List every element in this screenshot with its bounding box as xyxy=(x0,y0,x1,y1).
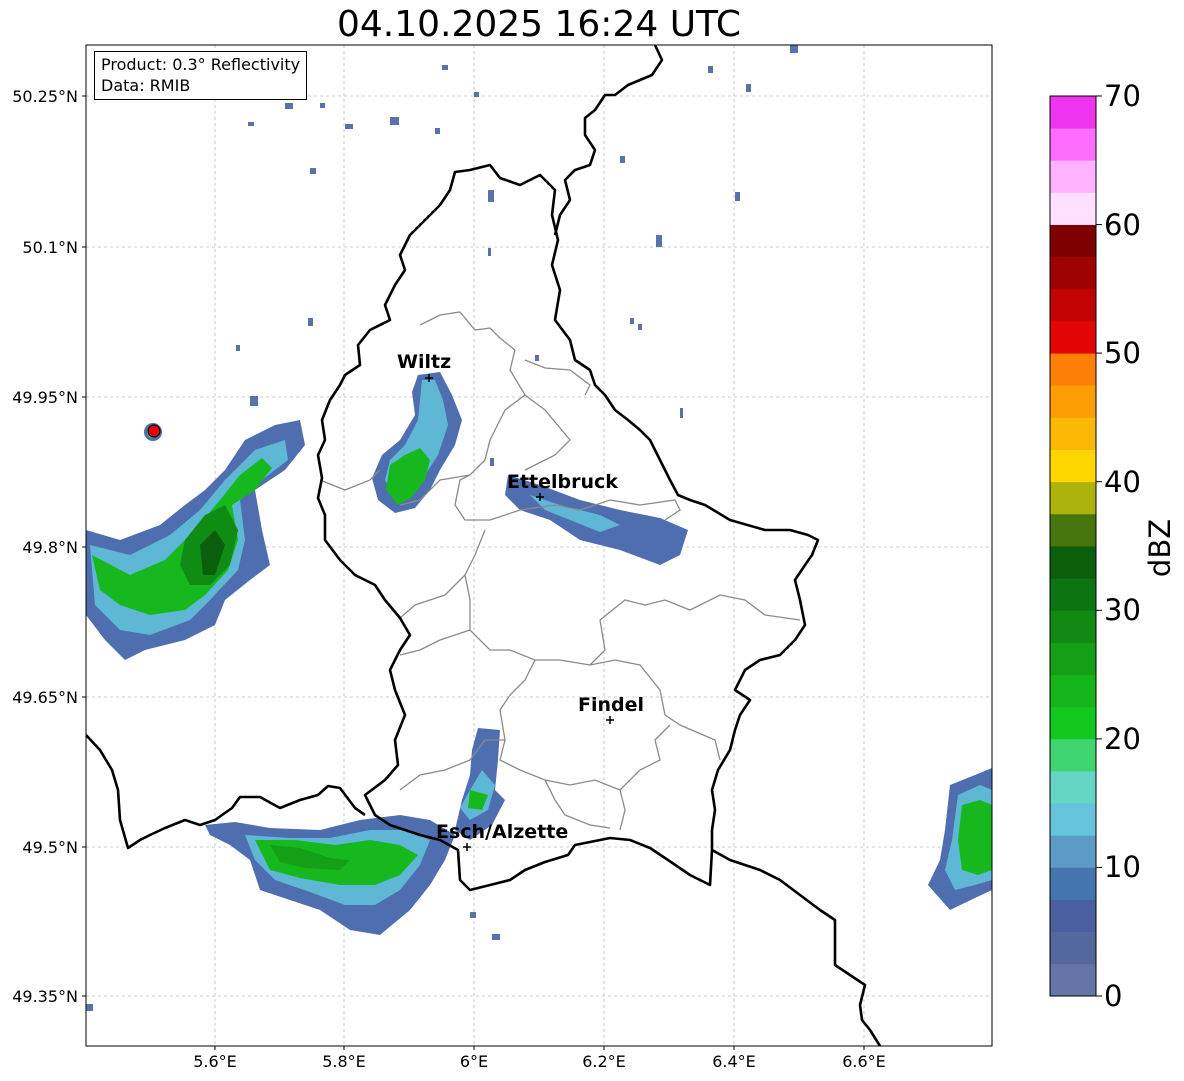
lon-tick-label: 5.6°E xyxy=(193,1052,237,1071)
lon-tick-label: 6.2°E xyxy=(582,1052,626,1071)
colorbar-band xyxy=(1050,738,1096,772)
lat-tick-label: 50.25°N xyxy=(12,87,78,106)
colorbar-band xyxy=(1050,899,1096,933)
colorbar-tick-label: 10 xyxy=(1104,850,1141,884)
colorbar-band xyxy=(1050,771,1096,804)
colorbar-band xyxy=(1050,706,1096,740)
colorbar-band xyxy=(1050,803,1096,836)
colorbar-band xyxy=(1050,96,1096,129)
colorbar-ticks xyxy=(1096,95,1102,997)
lat-tick-label: 50.1°N xyxy=(22,238,78,257)
colorbar-tick-label: 30 xyxy=(1104,593,1141,627)
colorbar-tick-labels: 0 10 20 30 40 50 60 70 xyxy=(1104,79,1141,1013)
colorbar-band xyxy=(1050,160,1096,193)
radar-site-marker xyxy=(147,424,161,438)
lat-tick-label: 49.95°N xyxy=(12,388,78,407)
colorbar-band xyxy=(1050,931,1096,965)
colorbar-label: dBZ xyxy=(1143,519,1177,577)
lon-tick-labels: 5.6°E 5.8°E 6°E 6.2°E 6.4°E 6.6°E xyxy=(193,1052,886,1071)
colorbar-band xyxy=(1050,449,1096,483)
france-germany-border xyxy=(711,848,882,1046)
colorbar-band xyxy=(1050,513,1096,547)
radar-map: 5.6°E 5.8°E 6°E 6.2°E 6.4°E 6.6°E 50.25°… xyxy=(12,44,1177,1071)
lon-tick-label: 6.6°E xyxy=(842,1052,886,1071)
colorbar-band xyxy=(1050,288,1096,322)
colorbar-tick-label: 60 xyxy=(1104,208,1141,242)
colorbar-tick-label: 50 xyxy=(1104,336,1141,370)
colorbar-band xyxy=(1050,417,1096,450)
lon-tick-label: 5.8°E xyxy=(322,1052,366,1071)
reflectivity-echoes xyxy=(86,45,992,1011)
colorbar-band xyxy=(1050,256,1096,290)
lat-tick-label: 49.65°N xyxy=(12,688,78,707)
colorbar xyxy=(1050,96,1096,997)
colorbar-band xyxy=(1050,674,1096,708)
colorbar-band xyxy=(1050,128,1096,161)
product-label: Product: 0.3° Reflectivity xyxy=(101,55,301,74)
colorbar-band xyxy=(1050,867,1096,900)
germany-belgium-border xyxy=(553,45,664,236)
colorbar-band xyxy=(1050,481,1096,515)
echo-east-green xyxy=(958,800,992,875)
colorbar-band xyxy=(1050,546,1096,579)
city-label-findel: Findel xyxy=(578,694,644,716)
lon-tick-label: 6°E xyxy=(460,1052,488,1071)
lat-tick-label: 49.5°N xyxy=(22,838,78,857)
lat-tick-label: 49.8°N xyxy=(22,538,78,557)
city-label-wiltz: Wiltz xyxy=(397,351,451,373)
colorbar-band xyxy=(1050,610,1096,643)
colorbar-band xyxy=(1050,224,1096,258)
product-info-box: Product: 0.3° Reflectivity Data: RMIB xyxy=(94,51,308,100)
colorbar-band xyxy=(1050,642,1096,675)
colorbar-band xyxy=(1050,353,1096,386)
colorbar-tick-label: 0 xyxy=(1104,979,1122,1013)
colorbar-band xyxy=(1050,385,1096,418)
colorbar-band xyxy=(1050,578,1096,611)
colorbar-band xyxy=(1050,835,1096,868)
colorbar-tick-label: 40 xyxy=(1104,465,1141,499)
colorbar-band xyxy=(1050,192,1096,225)
lat-tick-label: 49.35°N xyxy=(12,987,78,1006)
lon-tick-label: 6.4°E xyxy=(712,1052,756,1071)
colorbar-band xyxy=(1050,963,1096,997)
colorbar-tick-label: 70 xyxy=(1104,79,1141,113)
lat-tick-labels: 50.25°N 50.1°N 49.95°N 49.8°N 49.65°N 49… xyxy=(12,87,78,1006)
city-label-ettelbruck: Ettelbruck xyxy=(507,471,618,493)
data-source-label: Data: RMIB xyxy=(101,76,191,95)
colorbar-tick-label: 20 xyxy=(1104,722,1141,756)
colorbar-band xyxy=(1050,321,1096,354)
city-label-esch-alzette: Esch/Alzette xyxy=(436,821,568,843)
